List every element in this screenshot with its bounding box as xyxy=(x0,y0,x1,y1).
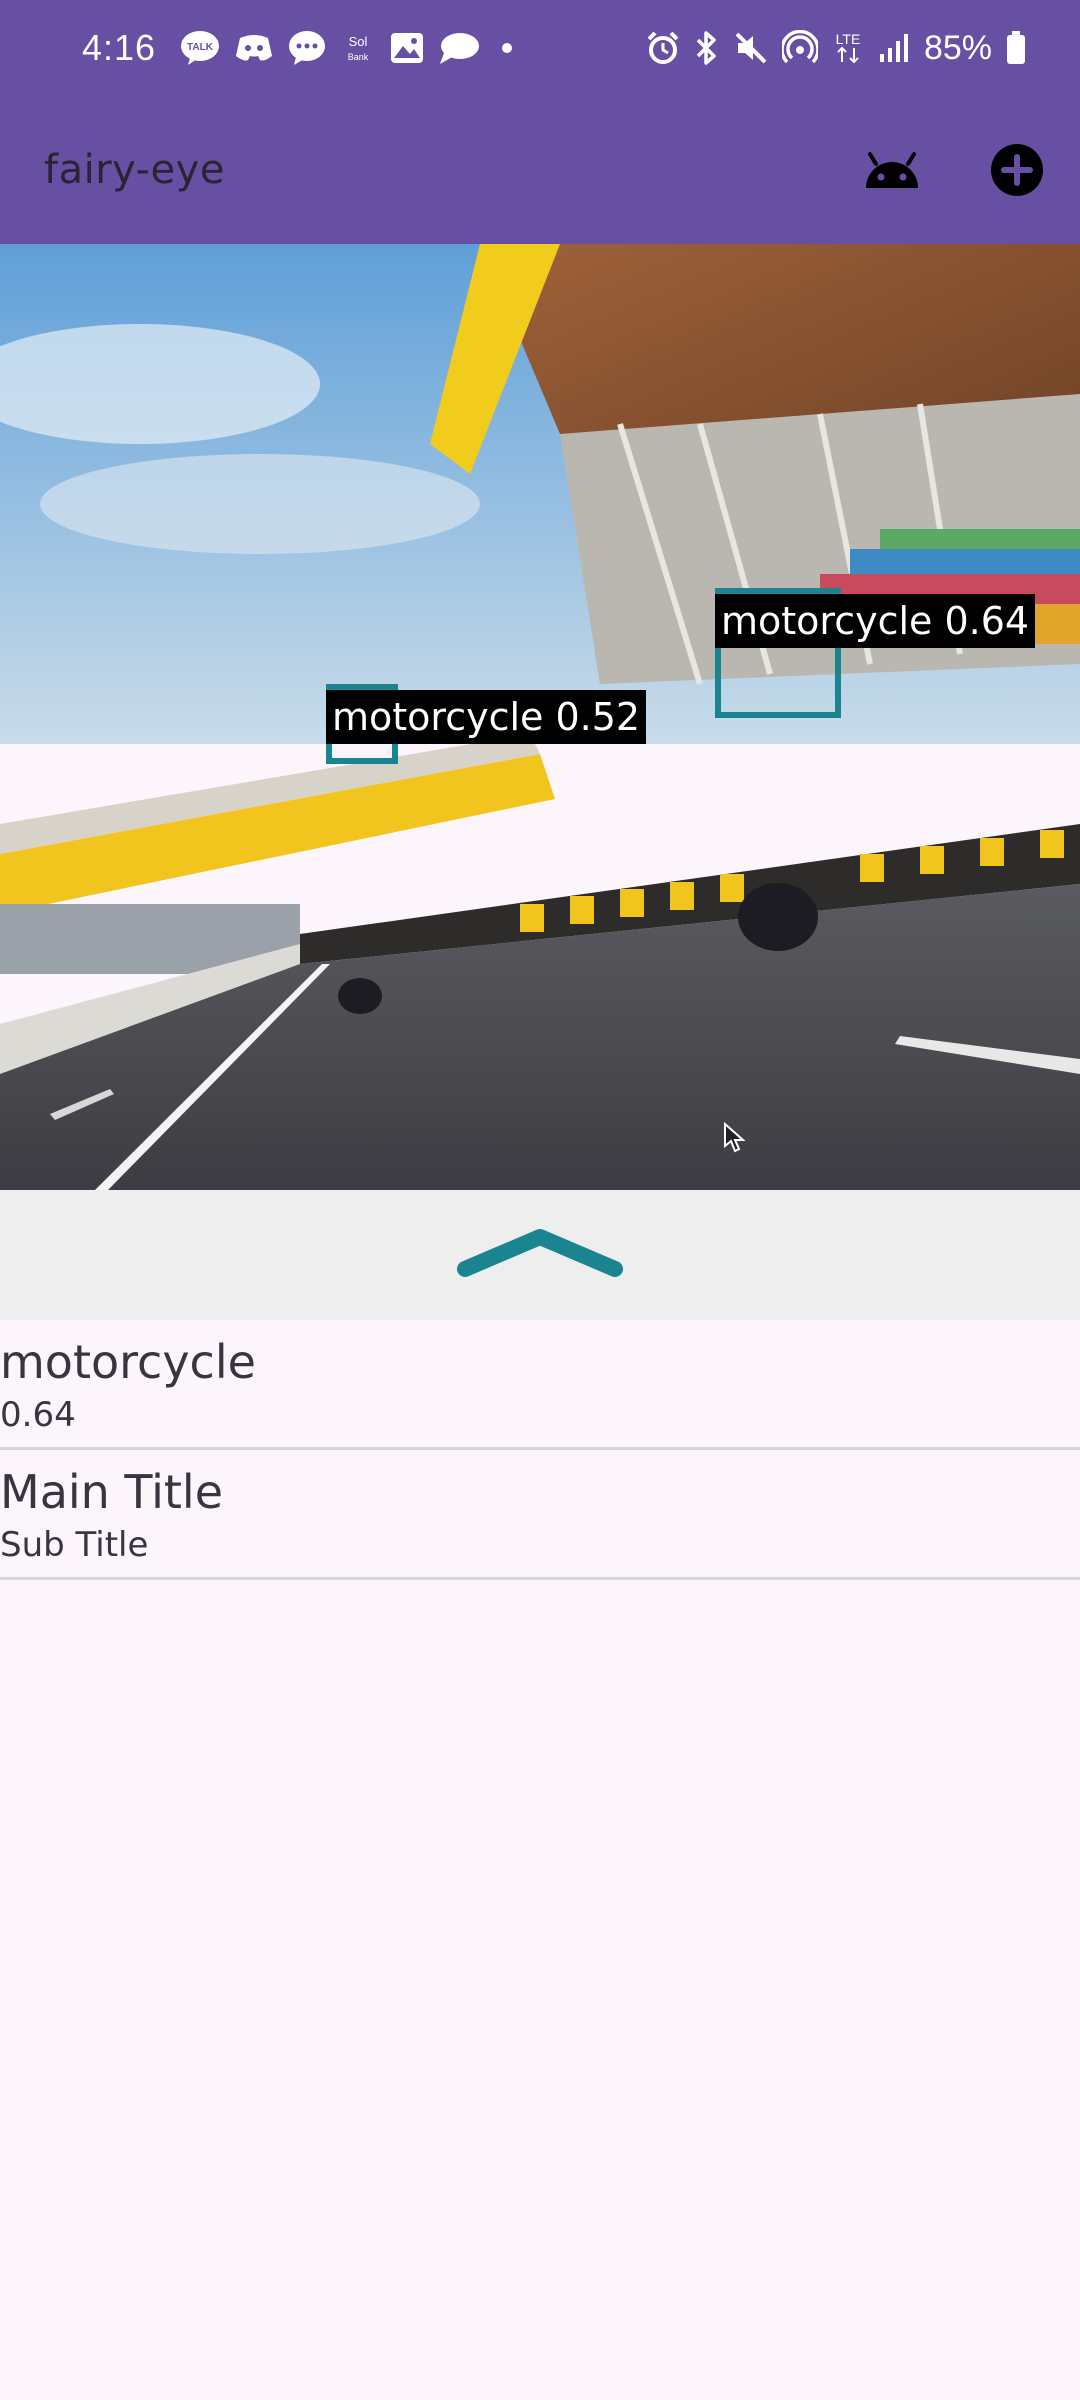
message-icon xyxy=(288,30,326,66)
gallery-icon xyxy=(390,32,424,64)
list-item-subtitle: Sub Title xyxy=(0,1525,149,1565)
app-title: fairy-eye xyxy=(44,147,225,193)
svg-text:LTE: LTE xyxy=(836,31,861,47)
camera-preview: motorcycle 0.64 motorcycle 0.52 xyxy=(0,244,1080,1190)
detection-label: motorcycle 0.64 xyxy=(715,594,1036,648)
status-time: 4:16 xyxy=(82,27,157,68)
signal-icon xyxy=(878,32,910,64)
talk-icon: TALK xyxy=(180,30,220,66)
status-bar: 4:16 TALK Sol Bank LTE 85% xyxy=(0,0,1080,96)
mute-icon xyxy=(734,31,768,65)
detection-label: motorcycle 0.52 xyxy=(326,690,647,744)
lte-icon: LTE xyxy=(832,30,864,66)
bluetooth-icon xyxy=(694,30,720,66)
app-bar: fairy-eye xyxy=(0,96,1080,244)
list-item[interactable]: motorcycle 0.64 xyxy=(0,1320,1080,1450)
svg-text:Sol: Sol xyxy=(349,34,368,49)
results-list: motorcycle 0.64 Main Title Sub Title xyxy=(0,1320,1080,1580)
alarm-icon xyxy=(646,31,680,65)
battery-icon xyxy=(1006,31,1026,65)
discord-icon xyxy=(234,32,274,64)
add-circle-icon[interactable] xyxy=(990,143,1044,197)
more-notifications-dot xyxy=(502,43,513,53)
list-item-subtitle: 0.64 xyxy=(0,1395,76,1435)
hotspot-icon xyxy=(781,30,818,66)
status-right: LTE 85% xyxy=(646,29,1026,68)
android-icon[interactable] xyxy=(862,150,922,190)
sol-bank-icon: Sol Bank xyxy=(340,30,376,66)
battery-percent: 85% xyxy=(923,28,992,67)
chevron-up-icon xyxy=(457,1229,623,1277)
app-bar-actions xyxy=(862,143,1044,197)
status-left: 4:16 TALK Sol Bank xyxy=(82,27,513,69)
svg-text:Bank: Bank xyxy=(348,52,369,62)
chat-icon xyxy=(438,31,480,65)
svg-text:TALK: TALK xyxy=(187,42,214,53)
cursor-icon xyxy=(724,1122,746,1153)
list-item-title: Main Title xyxy=(0,1465,224,1519)
list-item-title: motorcycle xyxy=(0,1335,256,1389)
list-item[interactable]: Main Title Sub Title xyxy=(0,1450,1080,1580)
bottom-sheet-handle[interactable] xyxy=(0,1190,1080,1320)
